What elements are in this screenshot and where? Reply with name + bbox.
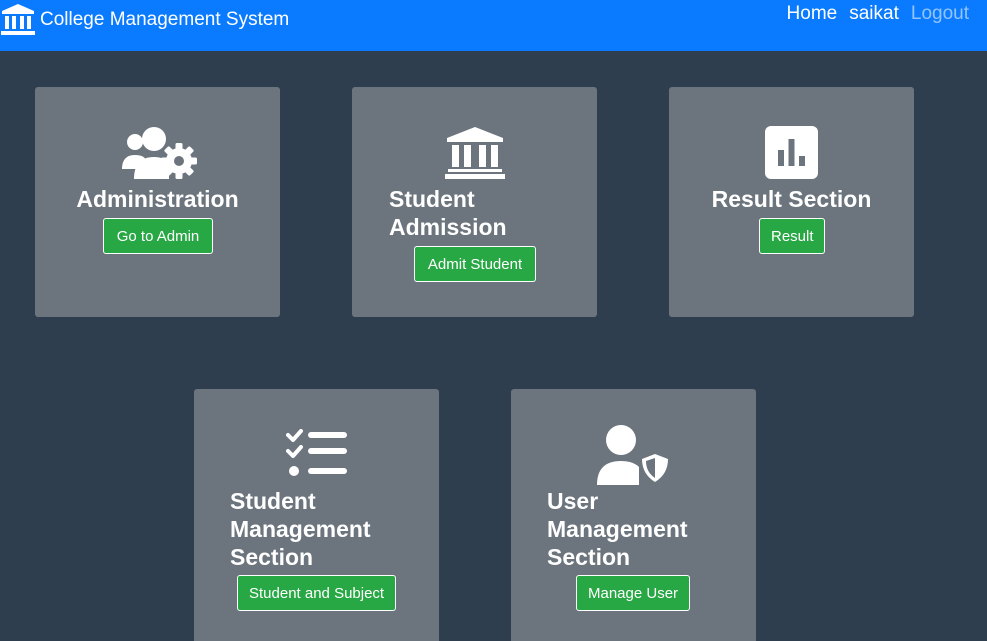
card-student-management: Student Management Section Student and S… [194,389,439,641]
card-student-admission: Student Admission Admit Student [352,87,597,317]
result-button[interactable]: Result [759,218,825,254]
manage-user-button[interactable]: Manage User [576,575,690,611]
nav-home-link[interactable]: Home [781,2,844,26]
user-shield-icon [597,425,671,485]
card-title-line: Management [547,516,688,542]
users-cog-icon [122,127,197,179]
card-title-line: Section [547,544,631,570]
card-title-line: Management [230,516,371,542]
student-and-subject-button[interactable]: Student and Subject [237,575,396,611]
card-title-line: Section [230,544,314,570]
top-navbar: College Management System Home saikat Lo… [0,0,987,51]
task-list-icon [286,429,347,476]
bar-chart-icon [765,126,818,179]
nav-logout-link[interactable]: Logout [905,2,987,26]
nav-links: Home saikat Logout [781,2,987,26]
university-building-icon [445,127,505,179]
card-title: User Management Section [547,487,688,571]
brand-title: College Management System [40,9,290,30]
card-title: Student Admission [389,185,507,241]
card-title: Student Management Section [230,487,371,571]
brand-link[interactable]: College Management System [0,2,289,38]
card-title-line: User [547,488,599,514]
card-result-section: Result Section Result [669,87,914,317]
card-user-management: User Management Section Manage User [511,389,756,641]
institution-icon [1,4,35,35]
nav-username-link[interactable]: saikat [843,2,905,26]
card-title: Result Section [711,186,872,212]
card-title-line: Admission [389,214,507,240]
card-title-line: Student [389,186,475,212]
admit-student-button[interactable]: Admit Student [414,246,536,282]
card-administration: Administration Go to Admin [35,87,280,317]
go-to-admin-button[interactable]: Go to Admin [103,218,213,254]
card-title-line: Student [230,488,316,514]
card-title: Administration [76,186,239,212]
